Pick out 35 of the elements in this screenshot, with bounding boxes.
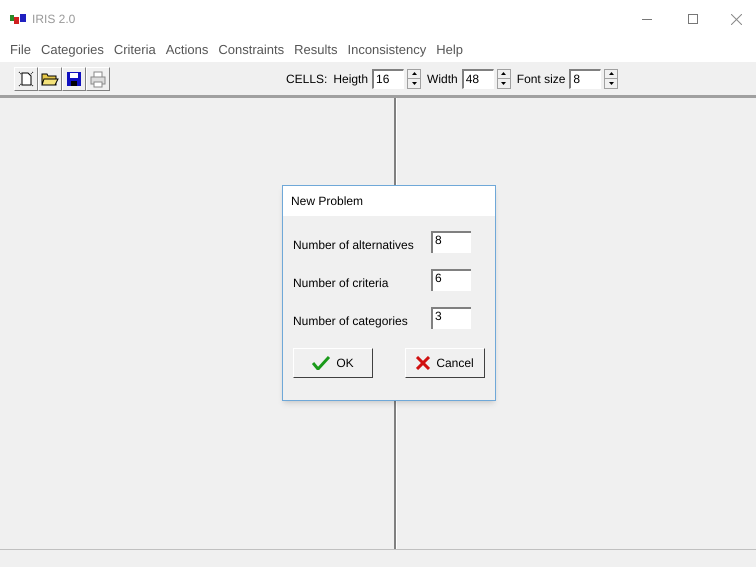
check-icon	[312, 356, 330, 370]
dialog-title: New Problem	[283, 186, 495, 216]
number-field[interactable]: 8	[431, 231, 471, 253]
folder-icon[interactable]	[38, 66, 62, 90]
spinner-label: Font size	[516, 70, 566, 88]
menu-item[interactable]: Criteria	[114, 40, 156, 60]
field-label: Number of criteria	[293, 275, 388, 292]
spinner-label: Heigth	[333, 70, 368, 88]
field-label: Number of categories	[293, 313, 408, 330]
spinner-arrows-icon[interactable]	[496, 68, 511, 88]
save-icon[interactable]	[62, 66, 86, 90]
menu-item[interactable]: File	[10, 40, 31, 60]
menu-item[interactable]: Inconsistency	[347, 40, 426, 60]
cells-label: CELLS:	[286, 70, 328, 88]
x-mark-icon	[416, 356, 430, 370]
menu-item[interactable]: Categories	[40, 40, 104, 60]
spinner-field[interactable]: 8	[569, 68, 602, 88]
menu-item[interactable]: Help	[436, 40, 463, 60]
field-label: Number of alternatives	[293, 237, 414, 254]
spinner-field[interactable]: 16	[372, 68, 404, 88]
number-field[interactable]: 3	[431, 307, 471, 329]
spinner-field[interactable]: 48	[462, 68, 494, 88]
app-logo-icon	[10, 13, 27, 25]
menu-item[interactable]: Actions	[166, 40, 208, 60]
spinner-arrows-icon[interactable]	[407, 68, 422, 88]
new-file-icon[interactable]	[14, 66, 38, 90]
ok-button[interactable]: OK	[293, 348, 373, 378]
print-icon[interactable]	[86, 66, 110, 90]
window-title: IRIS 2.0	[32, 11, 76, 28]
number-field[interactable]: 6	[431, 269, 471, 291]
spinner-arrows-icon[interactable]	[604, 68, 618, 88]
cancel-button[interactable]: Cancel	[405, 348, 485, 378]
menu-item[interactable]: Constraints	[218, 40, 284, 60]
spinner-label: Width	[427, 70, 458, 88]
menu-item[interactable]: Results	[294, 40, 338, 60]
